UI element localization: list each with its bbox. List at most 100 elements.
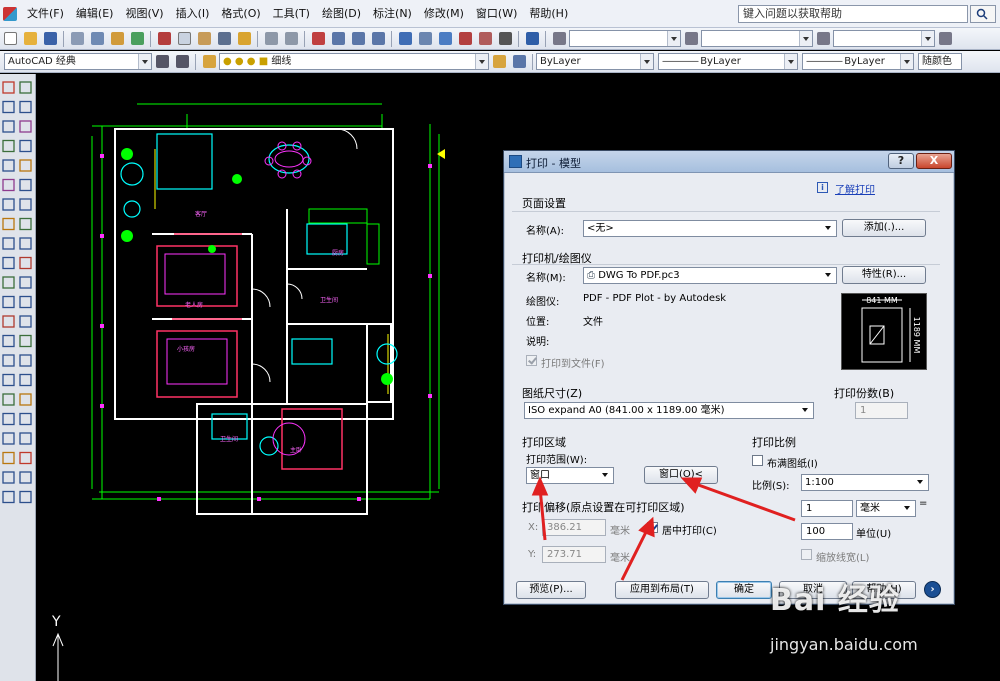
help-icon[interactable] — [523, 30, 541, 48]
workspace-settings-icon[interactable] — [153, 53, 171, 71]
paste-icon[interactable] — [195, 30, 213, 48]
zoom-window-icon[interactable] — [349, 30, 367, 48]
tool-button-icon[interactable] — [2, 490, 15, 504]
menu-modify[interactable]: 修改(M) — [418, 4, 470, 24]
text-style-combo[interactable] — [569, 30, 681, 47]
new-icon[interactable] — [1, 30, 19, 48]
sheet-set-icon[interactable] — [456, 30, 474, 48]
tool-button-icon[interactable] — [2, 198, 15, 211]
tool-button-icon[interactable] — [2, 393, 15, 406]
dialog-close-button[interactable]: X — [916, 153, 952, 169]
scale-value1-field[interactable]: 1 — [801, 500, 853, 517]
tool-button-icon[interactable] — [19, 159, 32, 172]
app-icon[interactable] — [3, 6, 17, 21]
tool-button-icon[interactable] — [19, 256, 32, 270]
open-icon[interactable] — [21, 30, 39, 48]
help-search-input[interactable]: 键入问题以获取帮助 — [738, 5, 968, 23]
page-setup-name-combo[interactable]: <无> — [583, 220, 837, 237]
printer-properties-button[interactable]: 特性(R)... — [842, 266, 926, 284]
learn-plot-link[interactable]: 了解打印 — [835, 181, 875, 196]
dialog-help-button[interactable]: ? — [888, 153, 914, 169]
table-style-icon[interactable] — [814, 30, 832, 48]
plot-range-combo[interactable]: 窗口 — [526, 467, 614, 484]
tool-button-icon[interactable] — [2, 373, 15, 387]
tool-button-icon[interactable] — [2, 178, 15, 192]
tool-button-icon[interactable] — [19, 237, 32, 250]
tool-button-icon[interactable] — [19, 315, 32, 328]
paper-size-combo[interactable]: ISO expand A0 (841.00 x 1189.00 毫米) — [524, 402, 814, 419]
tool-button-icon[interactable] — [19, 217, 32, 231]
copy-icon[interactable] — [175, 30, 193, 48]
tool-button-icon[interactable] — [19, 393, 32, 406]
zoom-realtime-icon[interactable] — [329, 30, 347, 48]
cut-icon[interactable] — [155, 30, 173, 48]
tool-button-icon[interactable] — [19, 295, 32, 309]
mleader-style-icon[interactable] — [936, 30, 954, 48]
tool-button-icon[interactable] — [2, 334, 15, 348]
match-properties-icon[interactable] — [215, 30, 233, 48]
tool-button-icon[interactable] — [2, 471, 15, 484]
zoom-previous-icon[interactable] — [369, 30, 387, 48]
tool-button-icon[interactable] — [19, 139, 32, 153]
copies-spinner[interactable]: 1 — [855, 402, 908, 419]
pan-icon[interactable] — [309, 30, 327, 48]
redo-icon[interactable] — [282, 30, 300, 48]
menu-draw[interactable]: 绘图(D) — [316, 4, 367, 24]
tool-button-icon[interactable] — [2, 120, 15, 133]
lineweight-combo[interactable]: ———— ByLayer — [802, 53, 914, 70]
undo-icon[interactable] — [262, 30, 280, 48]
tool-button-icon[interactable] — [2, 81, 15, 94]
fit-to-paper-checkbox[interactable] — [752, 455, 763, 466]
tool-button-icon[interactable] — [19, 451, 32, 465]
tool-button-icon[interactable] — [2, 159, 15, 172]
3d-dwf-icon[interactable] — [128, 30, 146, 48]
tool-button-icon[interactable] — [19, 490, 32, 504]
ok-button[interactable]: 确定 — [716, 581, 772, 599]
dim-style-icon[interactable] — [682, 30, 700, 48]
tool-button-icon[interactable] — [2, 217, 15, 231]
tool-button-icon[interactable] — [2, 354, 15, 367]
dim-style-combo[interactable] — [701, 30, 813, 47]
tool-button-icon[interactable] — [19, 178, 32, 192]
menu-dimension[interactable]: 标注(N) — [367, 4, 418, 24]
scale-lineweights-checkbox[interactable] — [801, 549, 812, 560]
tool-button-icon[interactable] — [2, 451, 15, 465]
publish-icon[interactable] — [108, 30, 126, 48]
tool-button-icon[interactable] — [19, 334, 32, 348]
menu-edit[interactable]: 编辑(E) — [70, 4, 120, 24]
plotstyle-combo[interactable]: 随颜色 — [918, 53, 962, 70]
layer-combo[interactable]: ● ● ● ■ 细线 — [219, 53, 489, 70]
text-style-icon[interactable] — [550, 30, 568, 48]
table-style-combo[interactable] — [833, 30, 935, 47]
menu-file[interactable]: 文件(F) — [21, 4, 70, 24]
window-pick-button[interactable]: 窗口(O)< — [644, 466, 718, 484]
calculator-icon[interactable] — [496, 30, 514, 48]
tool-button-icon[interactable] — [19, 100, 32, 114]
markup-icon[interactable] — [476, 30, 494, 48]
dialog-title-bar[interactable]: 打印 - 模型 ? X — [504, 151, 954, 173]
menu-help[interactable]: 帮助(H) — [523, 4, 574, 24]
tool-button-icon[interactable] — [19, 276, 32, 289]
apply-to-layout-button[interactable]: 应用到布局(T) — [615, 581, 709, 599]
tool-button-icon[interactable] — [2, 276, 15, 289]
menu-view[interactable]: 视图(V) — [119, 4, 169, 24]
color-combo[interactable]: ByLayer — [536, 53, 654, 70]
tool-button-icon[interactable] — [19, 120, 32, 133]
help-search-button[interactable] — [970, 5, 996, 23]
scale-value2-field[interactable]: 100 — [801, 523, 853, 540]
offset-y-field[interactable]: 273.71 — [542, 546, 606, 563]
tool-button-icon[interactable] — [2, 139, 15, 153]
scale-combo[interactable]: 1:100 — [801, 474, 929, 491]
printer-name-combo[interactable]: ⎙ DWG To PDF.pc3 — [583, 267, 837, 284]
tool-button-icon[interactable] — [19, 412, 32, 426]
plot-to-file-checkbox[interactable] — [526, 355, 537, 366]
more-options-button[interactable]: › — [924, 581, 941, 598]
tool-button-icon[interactable] — [2, 315, 15, 328]
properties-icon[interactable] — [396, 30, 414, 48]
linetype-combo[interactable]: ———— ByLayer — [658, 53, 798, 70]
tool-button-icon[interactable] — [19, 81, 32, 94]
tool-button-icon[interactable] — [2, 412, 15, 426]
print-icon[interactable] — [68, 30, 86, 48]
block-editor-icon[interactable] — [235, 30, 253, 48]
save-icon[interactable] — [41, 30, 59, 48]
